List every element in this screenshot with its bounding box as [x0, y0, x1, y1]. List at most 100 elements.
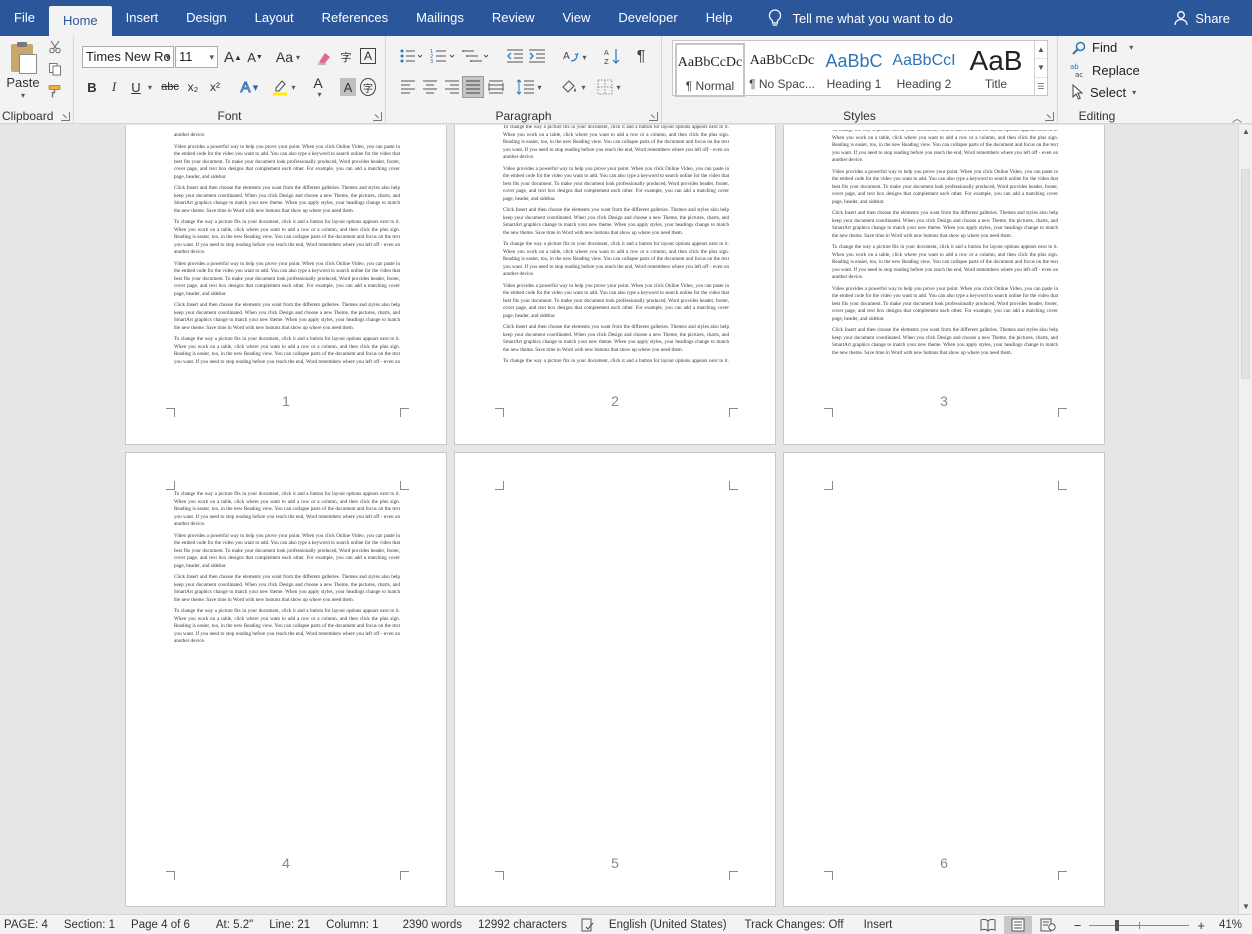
style-normal[interactable]: AaBbCcDc ¶ Normal [675, 43, 745, 97]
gallery-more-icon[interactable]: ☰ [1035, 78, 1047, 95]
proofing-icon[interactable] [581, 918, 595, 932]
line-spacing-button[interactable] [514, 76, 544, 98]
paste-button[interactable]: Paste [4, 74, 42, 90]
scroll-down-icon[interactable]: ▼ [1239, 900, 1252, 914]
style-heading-2[interactable]: AaBbCcI Heading 2 [889, 43, 959, 97]
tab-review[interactable]: Review [478, 0, 549, 36]
select-button[interactable]: Select ▾ [1072, 84, 1136, 100]
collapse-ribbon-icon[interactable]: ︿ [1230, 111, 1244, 125]
vertical-scrollbar[interactable]: ▲ ▼ [1238, 125, 1252, 914]
sort-icon[interactable]: AZ [604, 48, 620, 66]
show-hide-marks-button[interactable]: ¶ [632, 46, 650, 68]
paste-icon[interactable] [8, 42, 38, 76]
zoom-slider-thumb[interactable] [1115, 919, 1120, 931]
tab-home[interactable]: Home [48, 6, 112, 36]
status-section[interactable]: Section: 1 [56, 919, 123, 931]
page-2[interactable]: To change the way a picture fits in your… [454, 125, 776, 445]
replace-button[interactable]: ab ac Replace [1070, 62, 1140, 79]
underline-button[interactable]: U [128, 76, 144, 98]
character-border-button[interactable]: A [360, 48, 376, 64]
bold-button[interactable]: B [84, 76, 100, 98]
page-1[interactable]: To change the way a picture fits in your… [125, 125, 447, 445]
subscript-button[interactable]: x₂ [184, 76, 202, 98]
change-case-button[interactable]: Aa [274, 46, 302, 68]
phonetic-guide-button[interactable]: 字 [338, 46, 354, 68]
superscript-button[interactable]: x² [206, 76, 224, 98]
zoom-slider[interactable] [1089, 919, 1190, 931]
status-track-changes[interactable]: Track Changes: Off [735, 919, 852, 931]
borders-button[interactable] [594, 76, 624, 98]
grow-font-button[interactable]: A ▲ [224, 46, 242, 68]
distributed-icon[interactable] [488, 80, 504, 94]
status-words[interactable]: 2390 words [387, 919, 470, 931]
align-right-icon[interactable] [444, 80, 460, 94]
status-chars[interactable]: 12992 characters [470, 919, 575, 931]
status-language[interactable]: English (United States) [601, 919, 735, 931]
select-dropdown-icon[interactable]: ▾ [1132, 88, 1136, 97]
align-left-icon[interactable] [400, 80, 416, 94]
asian-layout-button[interactable]: A [560, 46, 590, 68]
italic-button[interactable]: I [106, 76, 122, 98]
style-title[interactable]: AaB Title [961, 43, 1031, 97]
scroll-thumb[interactable] [1241, 169, 1250, 379]
style-heading-1[interactable]: AaBbC Heading 1 [819, 43, 889, 97]
tab-mailings[interactable]: Mailings [402, 0, 478, 36]
font-name-dropdown-icon[interactable]: ▾ [165, 47, 170, 67]
zoom-out-button[interactable]: − [1074, 918, 1082, 933]
gallery-up-icon[interactable]: ▲ [1035, 41, 1047, 60]
justify-button[interactable] [462, 76, 484, 98]
underline-dropdown-icon[interactable]: ▾ [146, 76, 154, 98]
page-4[interactable]: To change the way a picture fits in your… [125, 452, 447, 907]
copy-icon[interactable] [48, 62, 62, 76]
align-center-icon[interactable] [422, 80, 438, 94]
clipboard-launcher-icon[interactable] [61, 112, 70, 121]
status-page[interactable]: PAGE: 4 [0, 919, 56, 931]
zoom-in-button[interactable]: + [1197, 918, 1205, 933]
font-size-dropdown-icon[interactable]: ▾ [209, 47, 214, 67]
numbering-icon[interactable]: 123 [430, 48, 456, 64]
multilevel-list-icon[interactable] [462, 48, 490, 64]
highlight-button[interactable] [270, 76, 298, 98]
tab-design[interactable]: Design [172, 0, 240, 36]
strikethrough-button[interactable]: abc [160, 76, 180, 98]
paragraph-launcher-icon[interactable] [649, 112, 658, 121]
decrease-indent-icon[interactable] [506, 48, 524, 64]
tab-help[interactable]: Help [692, 0, 747, 36]
share-button[interactable]: Share [1173, 0, 1230, 36]
font-name-input[interactable]: Times New Ro ▾ [82, 46, 174, 68]
text-effects-button[interactable]: A [236, 76, 262, 98]
font-size-input[interactable]: 11 ▾ [175, 46, 218, 68]
font-launcher-icon[interactable] [373, 112, 382, 121]
enclose-characters-button[interactable]: 字 [360, 78, 376, 96]
status-line[interactable]: Line: 21 [261, 919, 318, 931]
clear-formatting-icon[interactable] [316, 50, 332, 66]
tell-me-box[interactable]: Tell me what you want to do [768, 9, 953, 27]
zoom-level[interactable]: 41% [1219, 919, 1242, 931]
gallery-down-icon[interactable]: ▼ [1035, 59, 1047, 78]
character-shading-button[interactable]: A [340, 78, 356, 96]
font-color-button[interactable]: A [304, 76, 332, 98]
paste-dropdown-icon[interactable]: ▾ [16, 90, 30, 100]
page-6[interactable]: 6 [783, 452, 1105, 907]
print-layout-button[interactable] [1003, 916, 1032, 934]
scroll-up-icon[interactable]: ▲ [1239, 125, 1252, 139]
page-5[interactable]: 5 [454, 452, 776, 907]
shrink-font-button[interactable]: A ▼ [246, 46, 264, 68]
bullets-icon[interactable] [400, 48, 422, 64]
status-page-of[interactable]: Page 4 of 6 [123, 919, 198, 931]
format-painter-icon[interactable] [48, 84, 62, 98]
status-column[interactable]: Column: 1 [318, 919, 386, 931]
tab-developer[interactable]: Developer [604, 0, 691, 36]
read-mode-icon[interactable] [980, 918, 996, 932]
shading-button[interactable] [558, 76, 588, 98]
tab-insert[interactable]: Insert [112, 0, 173, 36]
style-no-spacing[interactable]: AaBbCcDc ¶ No Spac... [747, 43, 817, 97]
find-button[interactable]: Find ▾ [1072, 40, 1133, 55]
tab-view[interactable]: View [548, 0, 604, 36]
tab-references[interactable]: References [308, 0, 402, 36]
cut-icon[interactable] [48, 40, 62, 54]
tab-layout[interactable]: Layout [241, 0, 308, 36]
status-at[interactable]: At: 5.2" [198, 919, 261, 931]
status-mode[interactable]: Insert [852, 919, 901, 931]
increase-indent-icon[interactable] [528, 48, 546, 64]
